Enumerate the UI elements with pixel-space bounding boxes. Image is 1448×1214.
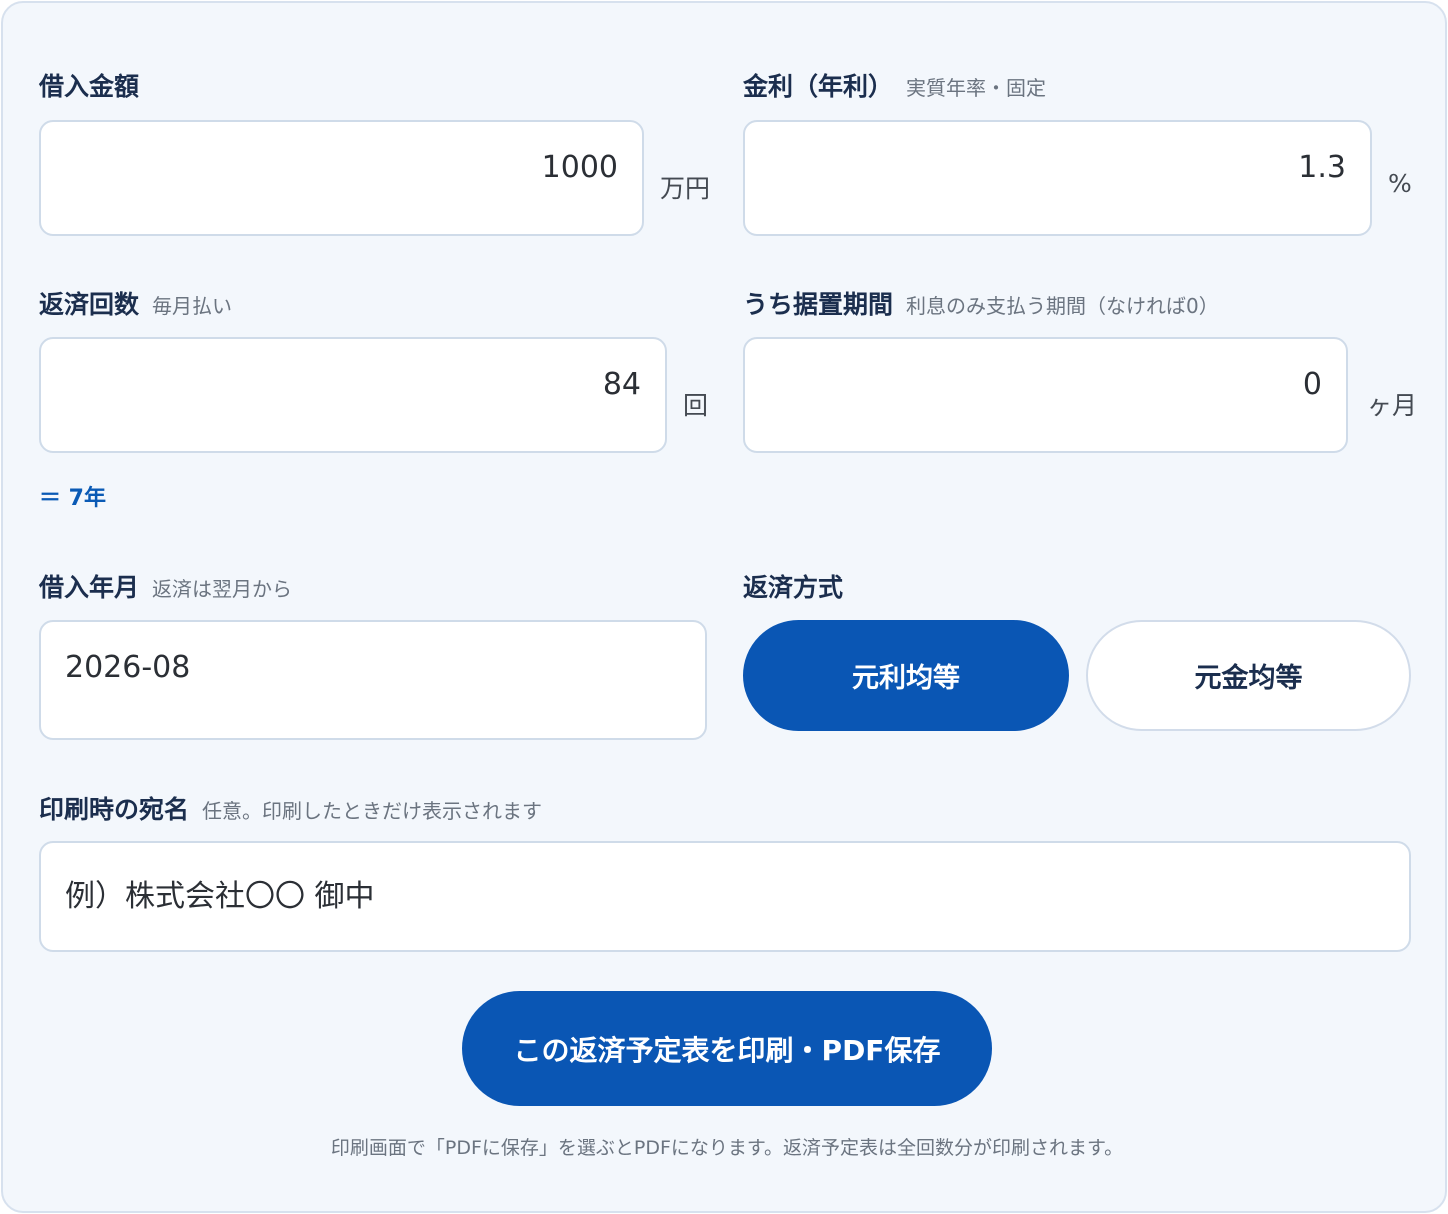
borrow-month-hint: 返済は翌月から: [152, 577, 293, 601]
grace-period-unit: ヶ月: [1367, 391, 1418, 420]
addressee-hint: 任意。印刷したときだけ表示されます: [202, 799, 543, 823]
repayment-count-hint: 毎月払い: [152, 294, 233, 318]
print-note: 印刷画面で「PDFに保存」を選ぶとPDFになります。返済予定表は全回数分が印刷さ…: [330, 1137, 1124, 1159]
addressee-label-text: 印刷時の宛名: [39, 795, 190, 824]
borrow-month-label: 借入年月 返済は翌月から: [39, 568, 292, 604]
addressee-input[interactable]: 例）株式会社〇〇 御中: [39, 841, 1411, 952]
interest-rate-hint: 実質年率・固定: [906, 76, 1047, 100]
loan-amount-input[interactable]: 1000: [39, 120, 644, 236]
interest-rate-unit: %: [1388, 169, 1412, 198]
method-option-equal-principal[interactable]: 元金均等: [1086, 620, 1411, 731]
addressee-label: 印刷時の宛名 任意。印刷したときだけ表示されます: [39, 790, 542, 826]
loan-amount-label: 借入金額: [39, 67, 139, 103]
grace-period-input[interactable]: 0: [743, 337, 1348, 453]
print-pdf-button[interactable]: この返済予定表を印刷・PDF保存: [462, 991, 992, 1106]
grace-period-hint: 利息のみ支払う期間（なければ0）: [906, 294, 1219, 318]
loan-form-panel: 借入金額 1000 万円 金利（年利） 実質年率・固定 1.3 % 返済回数 毎…: [1, 1, 1447, 1213]
repayment-count-input[interactable]: 84: [39, 337, 667, 453]
repayment-method-label: 返済方式: [743, 568, 843, 604]
loan-amount-label-text: 借入金額: [39, 72, 140, 101]
repayment-count-unit: 回: [683, 391, 709, 420]
borrow-month-label-text: 借入年月: [39, 573, 140, 602]
interest-rate-label: 金利（年利） 実質年率・固定: [743, 67, 1046, 103]
interest-rate-label-text: 金利（年利）: [743, 72, 894, 101]
loan-amount-unit: 万円: [660, 174, 711, 203]
grace-period-label-text: うち据置期間: [743, 290, 894, 319]
repayment-years-text: ＝ 7年: [39, 486, 106, 511]
borrow-month-input[interactable]: 2026-08: [39, 620, 707, 740]
repayment-method-label-text: 返済方式: [743, 573, 844, 602]
grace-period-label: うち据置期間 利息のみ支払う期間（なければ0）: [743, 285, 1219, 321]
method-option-equal-payment[interactable]: 元利均等: [743, 620, 1069, 731]
interest-rate-input[interactable]: 1.3: [743, 120, 1372, 236]
repayment-count-label-text: 返済回数: [39, 290, 140, 319]
repayment-count-label: 返済回数 毎月払い: [39, 285, 232, 321]
